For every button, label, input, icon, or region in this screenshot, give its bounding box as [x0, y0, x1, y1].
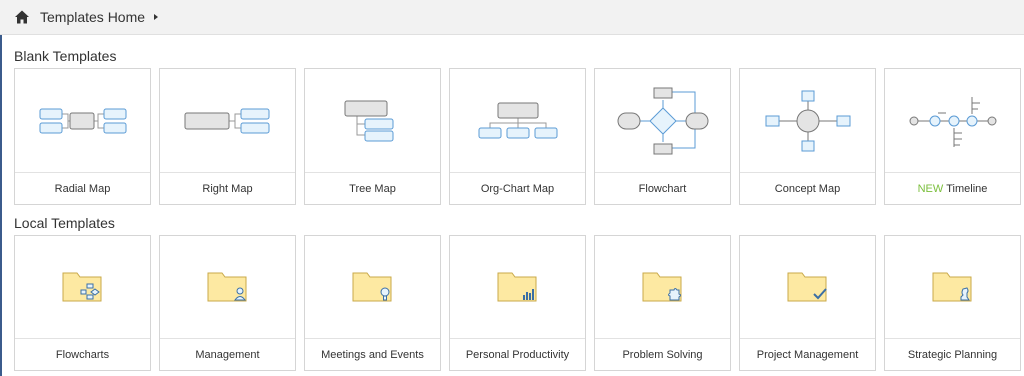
folder-flowcharts[interactable]: Flowcharts — [14, 235, 151, 371]
template-label: Personal Productivity — [450, 338, 585, 370]
breadcrumb-templates-home[interactable]: Templates Home — [40, 9, 145, 25]
blank-templates-heading: Blank Templates — [14, 48, 117, 64]
tree-map-icon — [344, 100, 393, 142]
template-label-text: Timeline — [946, 182, 988, 195]
template-label: Strategic Planning — [885, 338, 1020, 370]
new-badge: NEW — [917, 182, 944, 195]
org-chart-icon — [478, 102, 557, 139]
flowchart-icon — [617, 87, 708, 155]
template-label: Problem Solving — [595, 338, 730, 370]
folder-strategic-planning[interactable]: Strategic Planning — [884, 235, 1021, 371]
folder-problem-solving[interactable]: Problem Solving — [594, 235, 731, 371]
template-right-map[interactable]: Right Map — [159, 68, 296, 205]
right-map-icon — [184, 108, 269, 134]
blank-templates-grid: Radial Map Right Map Tree Map Org-Chart … — [14, 68, 1021, 205]
template-radial-map[interactable]: Radial Map — [14, 68, 151, 205]
caret-right-icon[interactable] — [151, 12, 161, 22]
radial-map-icon — [39, 108, 126, 134]
template-label: Org-Chart Map — [450, 172, 585, 204]
folder-flowchart-icon — [62, 272, 101, 302]
template-label: Management — [160, 338, 295, 370]
template-label: NEW Timeline — [885, 172, 1020, 204]
template-label: Meetings and Events — [305, 338, 440, 370]
local-templates-grid: Flowcharts Management Meetings and Event… — [14, 235, 1021, 371]
template-timeline[interactable]: NEW Timeline — [884, 68, 1021, 205]
folder-meetings-and-events[interactable]: Meetings and Events — [304, 235, 441, 371]
template-concept-map[interactable]: Concept Map — [739, 68, 876, 205]
template-label: Flowchart — [595, 172, 730, 204]
folder-project-management[interactable]: Project Management — [739, 235, 876, 371]
folder-check-icon — [787, 272, 827, 302]
folder-management[interactable]: Management — [159, 235, 296, 371]
home-icon[interactable] — [14, 9, 30, 25]
template-flowchart[interactable]: Flowchart — [594, 68, 731, 205]
template-label: Tree Map — [305, 172, 440, 204]
window-left-edge — [0, 0, 2, 376]
local-templates-heading: Local Templates — [14, 215, 115, 231]
breadcrumb-bar: Templates Home — [0, 0, 1024, 35]
template-label: Right Map — [160, 172, 295, 204]
folder-personal-productivity[interactable]: Personal Productivity — [449, 235, 586, 371]
folder-person-icon — [207, 272, 246, 302]
template-label: Concept Map — [740, 172, 875, 204]
folder-chess-icon — [932, 272, 971, 302]
folder-puzzle-icon — [642, 272, 681, 302]
folder-chart-icon — [497, 272, 536, 302]
folder-bulb-icon — [352, 272, 391, 302]
timeline-icon — [909, 97, 996, 147]
template-label: Project Management — [740, 338, 875, 370]
template-label: Radial Map — [15, 172, 150, 204]
template-org-chart-map[interactable]: Org-Chart Map — [449, 68, 586, 205]
template-tree-map[interactable]: Tree Map — [304, 68, 441, 205]
concept-map-icon — [765, 90, 850, 152]
template-label: Flowcharts — [15, 338, 150, 370]
